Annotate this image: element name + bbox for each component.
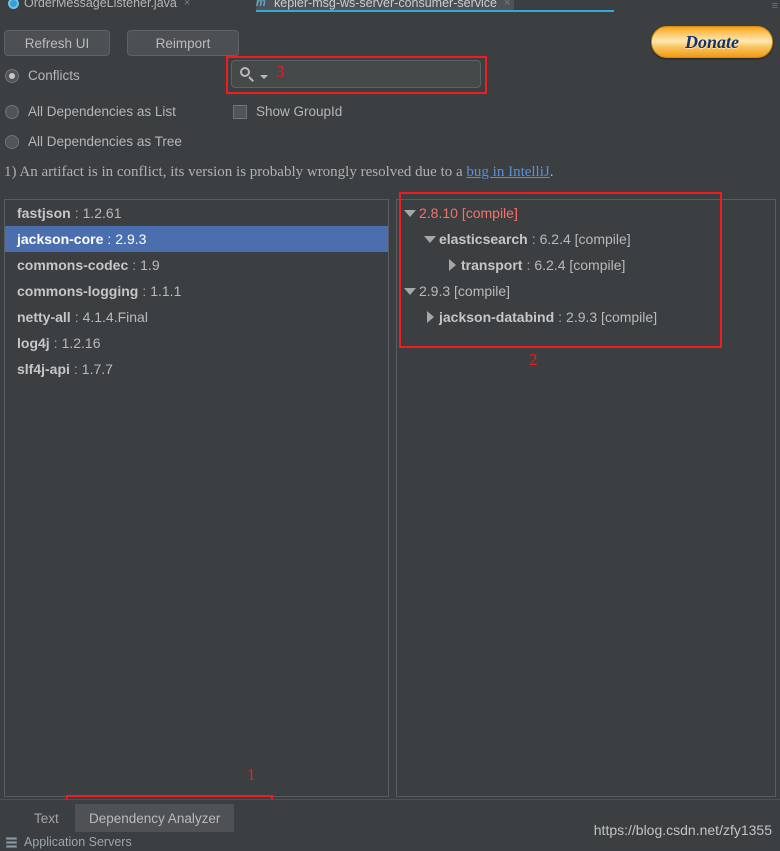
application-servers-label: Application Servers	[24, 835, 132, 849]
editor-tab-label: OrderMessageListener.java	[24, 0, 177, 10]
radio-label: All Dependencies as Tree	[28, 134, 182, 149]
separator: :	[132, 257, 137, 273]
close-icon[interactable]: ×	[184, 0, 190, 9]
radio-conflicts[interactable]: Conflicts	[5, 68, 80, 83]
checkbox-indicator	[233, 104, 247, 119]
separator: :	[53, 335, 58, 351]
close-icon[interactable]: ×	[504, 0, 510, 9]
editor-tab-label: kepler-msg-ws-server-consumer-service	[274, 0, 497, 10]
dependency-list-panel[interactable]: fastjson : 1.2.61 jackson-core : 2.9.3 c…	[4, 199, 389, 797]
separator: :	[73, 361, 78, 377]
maven-pom-icon: m	[256, 0, 266, 9]
radio-label: All Dependencies as List	[28, 104, 176, 119]
maven-dependency-analyzer-window: OrderMessageListener.java × m kepler-msg…	[0, 0, 780, 851]
separator: :	[74, 309, 79, 325]
watermark-url: https://blog.csdn.net/zfy1355	[593, 822, 772, 838]
annotation-number-1: 1	[247, 765, 256, 784]
conflict-info-text: 1) An artifact is in conflict, its versi…	[4, 164, 553, 181]
checkbox-show-groupid[interactable]: Show GroupId	[233, 104, 342, 119]
tab-dependency-analyzer[interactable]: Dependency Analyzer	[75, 804, 235, 832]
artifact-version: 1.9	[140, 257, 160, 273]
list-item[interactable]: slf4j-api : 1.7.7	[5, 356, 388, 382]
radio-indicator	[5, 134, 19, 149]
artifact-name: commons-codec	[17, 257, 129, 273]
radio-label: Conflicts	[28, 68, 80, 83]
server-stack-icon	[6, 836, 19, 848]
list-item[interactable]: commons-logging : 1.1.1	[5, 278, 388, 304]
list-item[interactable]: fastjson : 1.2.61	[5, 200, 388, 226]
radio-all-dependencies-as-tree[interactable]: All Dependencies as Tree	[5, 134, 182, 149]
artifact-name: jackson-core	[17, 231, 104, 247]
artifact-version: 2.9.3	[115, 231, 147, 247]
reimport-button[interactable]: Reimport	[127, 30, 239, 56]
artifact-name: fastjson	[17, 205, 71, 221]
tab-text[interactable]: Text	[20, 804, 73, 832]
application-servers-item[interactable]: Application Servers	[6, 835, 132, 849]
separator: :	[74, 205, 79, 221]
artifact-version: 1.2.61	[82, 205, 122, 221]
artifact-version: 1.1.1	[150, 283, 182, 299]
tab-overflow-icon[interactable]: ≡	[772, 0, 778, 12]
info-prefix: 1) An artifact is in conflict, its versi…	[4, 164, 467, 180]
checkbox-label: Show GroupId	[256, 104, 343, 119]
radio-indicator	[5, 104, 19, 119]
editor-tab-bar: OrderMessageListener.java × m kepler-msg…	[0, 0, 780, 12]
separator: :	[142, 283, 147, 299]
list-item[interactable]: netty-all : 4.1.4.Final	[5, 304, 388, 330]
artifact-name: slf4j-api	[17, 361, 70, 377]
artifact-name: netty-all	[17, 309, 71, 325]
separator: :	[107, 231, 112, 247]
editor-tab-order-message-listener[interactable]: OrderMessageListener.java ×	[8, 0, 191, 12]
artifact-name: log4j	[17, 335, 50, 351]
list-item[interactable]: jackson-core : 2.9.3	[5, 226, 388, 252]
bug-in-intellij-link[interactable]: bug in IntelliJ	[466, 164, 549, 180]
list-item[interactable]: log4j : 1.2.16	[5, 330, 388, 356]
refresh-ui-button[interactable]: Refresh UI	[4, 30, 110, 56]
analyzer-toolbar: Refresh UI Reimport Donate	[0, 12, 780, 58]
annotation-box-search	[226, 56, 487, 94]
artifact-version: 4.1.4.Final	[82, 309, 148, 325]
artifact-name: commons-logging	[17, 283, 139, 299]
artifact-version: 1.2.16	[61, 335, 101, 351]
java-class-icon	[8, 0, 19, 9]
artifact-version: 1.7.7	[81, 361, 113, 377]
radio-all-dependencies-as-list[interactable]: All Dependencies as List	[5, 104, 176, 119]
radio-indicator	[5, 68, 19, 83]
annotation-number-3: 3	[276, 62, 285, 81]
annotation-number-2: 2	[529, 350, 538, 369]
info-suffix: .	[549, 164, 554, 180]
annotation-box-tree	[399, 192, 722, 348]
list-item[interactable]: commons-codec : 1.9	[5, 252, 388, 278]
